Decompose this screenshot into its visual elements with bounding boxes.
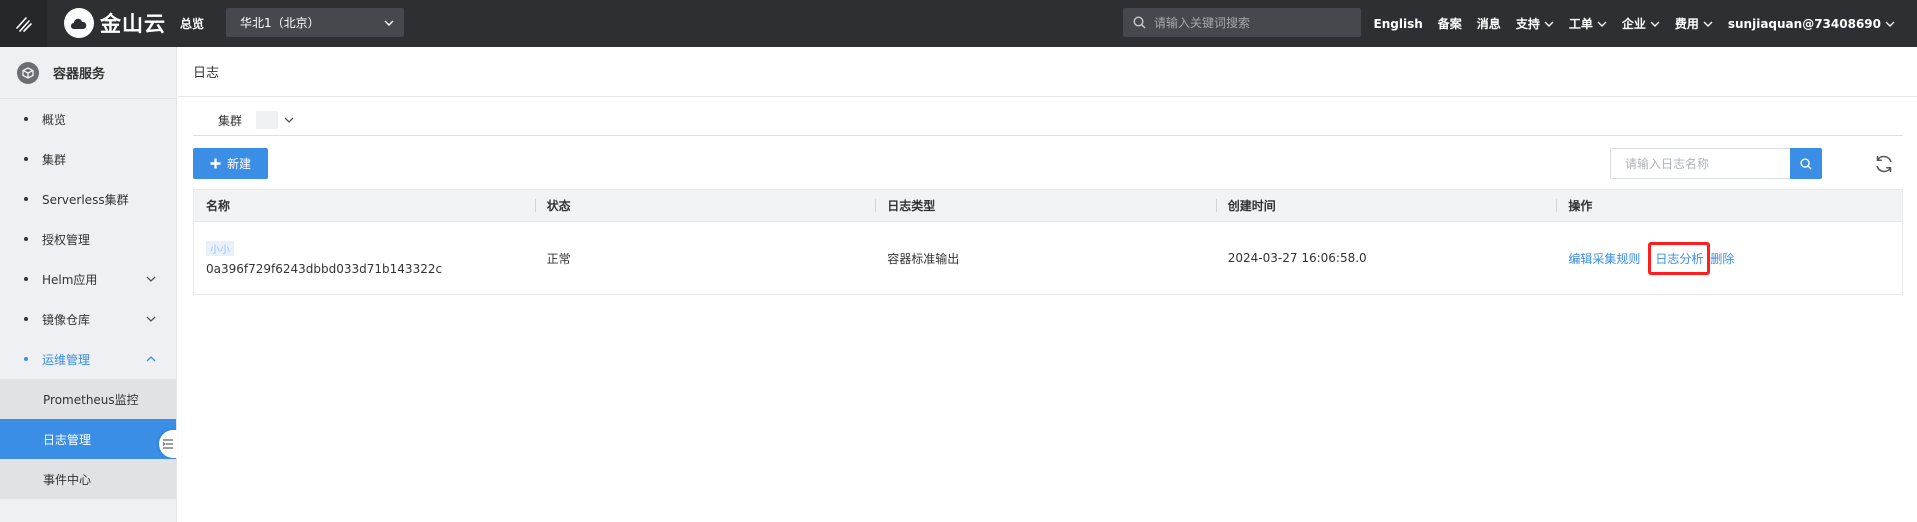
top-link-support[interactable]: 支持 xyxy=(1516,15,1554,32)
top-link-filing[interactable]: 备案 xyxy=(1438,15,1462,32)
collapse-icon xyxy=(162,439,173,449)
chevron-up-icon xyxy=(146,356,156,362)
table-header: 名称 状态 日志类型 创建时间 操作 xyxy=(194,190,1902,221)
bullet-icon xyxy=(24,357,28,361)
plus-icon xyxy=(210,158,221,169)
sidebar-item-serverless[interactable]: Serverless集群 xyxy=(0,179,176,219)
cell-created: 2024-03-27 16:06:58.0 xyxy=(1227,251,1367,265)
bullet-icon xyxy=(24,317,28,321)
log-name: 小小 xyxy=(206,240,234,256)
brand-name: 金山云 xyxy=(100,12,166,36)
sidebar-subitem-event-center[interactable]: 事件中心 xyxy=(0,459,176,499)
top-link-english[interactable]: English xyxy=(1374,17,1423,31)
chevron-down-icon xyxy=(1885,21,1895,27)
sidebar: 容器服务 概览 集群 Serverless集群 授权管理 Helm应用 镜像仓库… xyxy=(0,47,177,522)
refresh-button[interactable] xyxy=(1872,152,1896,176)
chevron-down-icon xyxy=(284,117,294,123)
chevron-down-icon xyxy=(146,276,156,282)
bullet-icon xyxy=(24,117,28,121)
top-link-tickets[interactable]: 工单 xyxy=(1569,15,1607,32)
log-search-input[interactable] xyxy=(1611,149,1790,178)
log-analysis-link[interactable]: 日志分析 xyxy=(1648,241,1711,275)
sidebar-item-authorization[interactable]: 授权管理 xyxy=(0,219,176,259)
nav-overview[interactable]: 总览 xyxy=(180,15,204,32)
column-header-name: 名称 xyxy=(206,199,231,213)
search-icon xyxy=(1800,157,1812,170)
brand-logo[interactable]: 金山云 xyxy=(64,8,166,38)
bullet-icon xyxy=(24,157,28,161)
top-navigation-bar: 金山云 总览 华北1（北京） English 备案 消息 支持 工单 企业 费用… xyxy=(0,0,1917,47)
sidebar-item-registry[interactable]: 镜像仓库 xyxy=(0,299,176,339)
page-title: 日志 xyxy=(178,47,1917,97)
cluster-select[interactable] xyxy=(256,111,294,129)
region-select[interactable]: 华北1（北京） xyxy=(226,8,404,37)
global-search-input[interactable] xyxy=(1154,15,1344,30)
chevron-down-icon xyxy=(1544,21,1554,27)
cell-status: 正常 xyxy=(546,251,571,266)
sidebar-subitem-prometheus[interactable]: Prometheus监控 xyxy=(0,379,176,419)
cluster-label: 集群 xyxy=(218,113,243,128)
menu-icon[interactable] xyxy=(0,0,47,47)
table-row: 小小 0a396f729f6243dbbd033d71b143322c 正常 容… xyxy=(194,221,1902,294)
delete-link[interactable]: 删除 xyxy=(1710,250,1734,267)
top-link-billing[interactable]: 费用 xyxy=(1675,15,1713,32)
sidebar-item-helm[interactable]: Helm应用 xyxy=(0,259,176,299)
sidebar-item-overview[interactable]: 概览 xyxy=(0,99,176,139)
bullet-icon xyxy=(24,237,28,241)
container-service-icon xyxy=(17,61,39,84)
log-id: 0a396f729f6243dbbd033d71b143322c xyxy=(206,261,443,276)
sidebar-item-clusters[interactable]: 集群 xyxy=(0,139,176,179)
column-header-actions: 操作 xyxy=(1556,190,1902,221)
refresh-icon xyxy=(1876,155,1892,173)
column-header-type: 日志类型 xyxy=(875,190,1216,221)
main-content: 日志 集群 新建 名称 状态 日志类型 创建时间 操作 小小 0a396f xyxy=(178,47,1917,522)
top-link-account[interactable]: sunjiaquan@73408690 xyxy=(1728,17,1895,31)
log-table: 名称 状态 日志类型 创建时间 操作 小小 0a396f729f6243dbbd… xyxy=(193,189,1903,295)
chevron-down-icon xyxy=(1650,21,1660,27)
column-header-status: 状态 xyxy=(534,190,876,221)
column-header-created: 创建时间 xyxy=(1215,190,1557,221)
top-link-enterprise[interactable]: 企业 xyxy=(1622,15,1660,32)
cell-name: 小小 0a396f729f6243dbbd033d71b143322c xyxy=(194,222,535,294)
bullet-icon xyxy=(24,197,28,201)
cell-type: 容器标准输出 xyxy=(887,251,960,266)
chevron-down-icon xyxy=(146,316,156,322)
chevron-down-icon xyxy=(384,20,394,26)
edit-collection-rules-link[interactable]: 编辑采集规则 xyxy=(1568,250,1640,267)
cell-actions: 编辑采集规则 日志分析 删除 xyxy=(1556,222,1902,294)
search-icon xyxy=(1133,16,1146,29)
chevron-down-icon xyxy=(1597,21,1607,27)
region-value: 华北1（北京） xyxy=(240,16,320,30)
chevron-down-icon xyxy=(1703,21,1713,27)
cluster-filter-bar: 集群 xyxy=(193,105,1903,136)
top-links: English 备案 消息 支持 工单 企业 费用 sunjiaquan@734… xyxy=(1374,0,1895,47)
sidebar-header: 容器服务 xyxy=(0,47,176,99)
log-search-button[interactable] xyxy=(1790,148,1822,179)
sidebar-item-ops[interactable]: 运维管理 xyxy=(0,339,176,379)
log-search xyxy=(1610,148,1822,179)
sidebar-title: 容器服务 xyxy=(53,67,106,82)
global-search[interactable] xyxy=(1123,8,1361,37)
sidebar-subitem-log-management[interactable]: 日志管理 xyxy=(0,419,176,459)
cluster-value xyxy=(256,111,279,129)
bullet-icon xyxy=(24,277,28,281)
top-link-messages[interactable]: 消息 xyxy=(1477,15,1501,32)
new-log-button[interactable]: 新建 xyxy=(193,148,268,179)
cloud-logo-icon xyxy=(64,8,94,38)
